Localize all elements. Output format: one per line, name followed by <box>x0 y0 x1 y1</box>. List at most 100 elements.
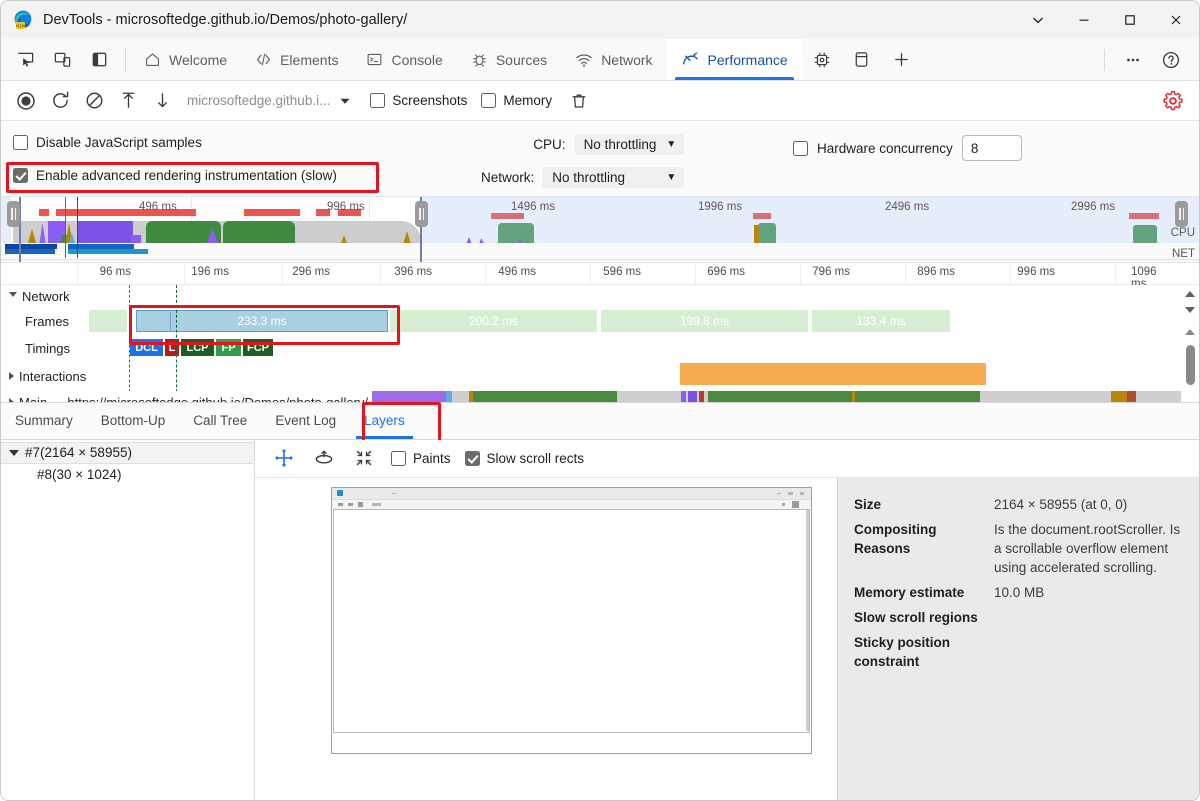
layer-3d-viewport[interactable] <box>255 478 837 801</box>
add-tab-icon[interactable] <box>882 50 922 69</box>
tab-label: Event Log <box>275 413 336 428</box>
scrollbar-thumb[interactable] <box>1186 345 1195 385</box>
clear-button[interactable] <box>79 86 109 116</box>
memory-chip-icon[interactable] <box>802 50 842 70</box>
track-network[interactable]: Network <box>1 285 1199 307</box>
scroll-up-arrow-2-icon[interactable] <box>1185 329 1195 335</box>
upload-profile-button[interactable] <box>113 86 143 116</box>
reset-transform-icon[interactable] <box>351 445 377 471</box>
tab-elements[interactable]: Elements <box>241 39 352 80</box>
hardware-concurrency-row: Hardware concurrency 8 <box>793 135 1022 161</box>
inspect-element-icon[interactable] <box>11 46 39 74</box>
tab-label: Console <box>391 52 442 68</box>
overview-right-handle[interactable] <box>415 201 428 227</box>
main-flame-segment[interactable] <box>985 391 993 402</box>
paints-checkbox[interactable]: Paints <box>391 451 451 466</box>
layer-details-grid: Size 2164 × 58955 (at 0, 0) Compositing … <box>854 492 1183 674</box>
track-frames-title[interactable]: Frames <box>1 307 89 335</box>
tracks-scrollbar[interactable] <box>1181 285 1199 402</box>
frame-bar-selected[interactable]: 233.3 ms <box>136 310 388 332</box>
profile-dropdown-icon[interactable] <box>334 88 356 114</box>
tab-event-log[interactable]: Event Log <box>261 403 350 439</box>
chevron-down-icon[interactable] <box>1015 1 1061 39</box>
screenshots-checkbox[interactable]: Screenshots <box>370 93 467 108</box>
tab-bottom-up[interactable]: Bottom-Up <box>87 403 180 439</box>
tab-summary[interactable]: Summary <box>1 403 87 439</box>
pan-mode-icon[interactable] <box>271 445 297 471</box>
timeline-tracks[interactable]: Network Frames 233.3 ms 200.2 ms 199.8 m… <box>1 285 1199 402</box>
track-interactions-title[interactable]: Interactions <box>1 361 86 391</box>
cpu-throttling-select[interactable]: No throttling ▼ <box>574 134 685 155</box>
main-flame-segment[interactable] <box>473 391 617 402</box>
tab-call-tree[interactable]: Call Tree <box>179 403 261 439</box>
record-button[interactable] <box>11 86 41 116</box>
track-timings[interactable]: Timings DCL L LCP FP FCP <box>1 335 1199 361</box>
frame-bar[interactable] <box>89 310 129 332</box>
main-flame-segment[interactable] <box>708 391 980 402</box>
track-timings-title[interactable]: Timings <box>1 335 70 361</box>
tab-network[interactable]: Network <box>561 39 666 80</box>
track-main[interactable]: Main — https://microsoftedge.github.io/D… <box>1 391 1199 402</box>
network-throttling-select[interactable]: No throttling ▼ <box>542 167 684 188</box>
help-icon[interactable] <box>1153 44 1189 76</box>
collect-garbage-button[interactable] <box>564 86 594 116</box>
overview-net-request <box>5 249 55 254</box>
close-icon[interactable] <box>1153 1 1199 39</box>
timing-marker-l[interactable]: L <box>165 339 180 356</box>
hardware-concurrency-input[interactable]: 8 <box>962 135 1022 161</box>
main-flame-segment[interactable] <box>681 391 686 402</box>
track-network-title[interactable]: Network <box>1 285 70 307</box>
tab-layers[interactable]: Layers <box>350 403 419 439</box>
main-flame-segment[interactable] <box>446 391 452 402</box>
dock-side-icon[interactable] <box>85 46 113 74</box>
layer-tree-item-root[interactable]: #7(2164 × 58955) <box>1 442 254 464</box>
hardware-concurrency-checkbox[interactable] <box>793 141 808 156</box>
overview-left-handle[interactable] <box>7 201 20 227</box>
tab-performance[interactable]: Performance <box>667 39 802 80</box>
ruler-label: 496 ms <box>498 266 536 278</box>
application-storage-icon[interactable] <box>842 50 882 69</box>
tab-sources[interactable]: Sources <box>457 39 561 80</box>
main-flame-segment[interactable] <box>1127 391 1136 402</box>
timing-marker-fp[interactable]: FP <box>216 339 242 356</box>
main-flame-segment[interactable] <box>699 391 704 402</box>
disable-js-samples-checkbox[interactable]: Disable JavaScript samples <box>13 129 337 155</box>
frame-bar[interactable]: 200.2 ms <box>390 310 599 332</box>
layer-tree-item-child[interactable]: #8(30 × 1024) <box>1 464 254 486</box>
scroll-up-arrow-icon[interactable] <box>1185 291 1195 297</box>
interaction-bar[interactable] <box>680 363 986 385</box>
dock-buttons-group <box>1 39 121 80</box>
main-flame-segment[interactable] <box>852 391 855 402</box>
advanced-instrumentation-checkbox[interactable]: Enable advanced rendering instrumentatio… <box>13 162 337 188</box>
main-flame-segment[interactable] <box>688 391 697 402</box>
record-and-reload-button[interactable] <box>45 86 75 116</box>
timeline-overview[interactable]: 496 ms 996 ms 1496 ms 1996 ms 2496 ms 29… <box>1 197 1199 263</box>
overview-cpu-label: CPU <box>1171 227 1195 239</box>
download-profile-button[interactable] <box>147 86 177 116</box>
memory-checkbox[interactable]: Memory <box>481 93 552 108</box>
devtools-tabstrip: Welcome Elements Console Sources <box>1 39 1199 81</box>
capture-settings-gear-icon[interactable] <box>1157 85 1189 117</box>
timing-marker-lcp[interactable]: LCP <box>181 339 215 356</box>
tab-label: Call Tree <box>193 413 247 428</box>
layer-tree[interactable]: #7(2164 × 58955) #8(30 × 1024) <box>1 440 255 801</box>
timing-marker-fcp[interactable]: FCP <box>243 339 274 356</box>
more-options-icon[interactable] <box>1115 44 1151 76</box>
slow-scroll-rects-checkbox[interactable]: Slow scroll rects <box>465 451 585 466</box>
track-main-title[interactable]: Main — https://microsoftedge.github.io/D… <box>1 391 372 402</box>
overview-net-divider <box>1 259 1199 260</box>
overview-far-right-handle[interactable] <box>1175 201 1188 227</box>
device-emulation-icon[interactable] <box>48 46 76 74</box>
rotate-mode-icon[interactable] <box>311 445 337 471</box>
tab-console[interactable]: Console <box>352 39 456 80</box>
tab-welcome[interactable]: Welcome <box>130 39 241 80</box>
scroll-down-arrow-icon[interactable] <box>1185 307 1195 313</box>
layer-root-card[interactable] <box>332 488 811 753</box>
maximize-icon[interactable] <box>1107 1 1153 39</box>
track-interactions[interactable]: Interactions <box>1 361 1199 391</box>
timing-marker-dcl[interactable]: DCL <box>130 339 164 356</box>
frame-bar[interactable]: 133.4 ms <box>812 310 952 332</box>
frame-bar[interactable]: 199.8 ms <box>601 310 810 332</box>
track-frames[interactable]: Frames 233.3 ms 200.2 ms 199.8 ms 133.4 … <box>1 307 1199 335</box>
minimize-icon[interactable] <box>1061 1 1107 39</box>
